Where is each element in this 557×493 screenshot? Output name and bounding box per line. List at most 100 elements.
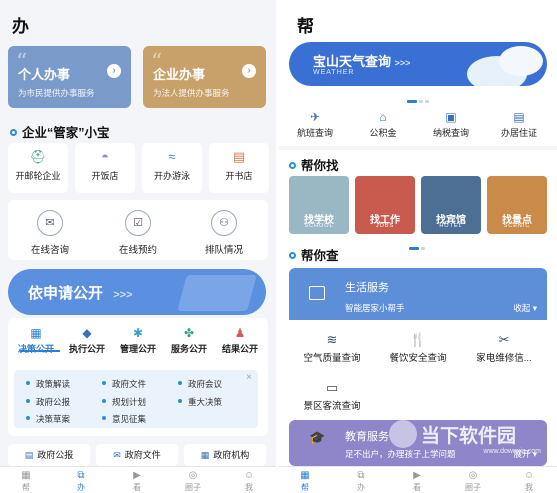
personal-affairs-card[interactable]: “ 个人办事 为市民提供办事服务 › (8, 46, 131, 108)
utensils-icon: 🍴 (409, 332, 427, 347)
page-title: 办 (12, 17, 29, 36)
chat-icon: ✉ (37, 210, 63, 236)
bottom-nav: ▦ 帮 ⧉ 办 ▶ 看 ◎ 圈子 ☺ 我 (279, 466, 557, 493)
find-hotel[interactable]: 找宾馆 HOTEL (421, 176, 481, 234)
active-tab-underline (20, 350, 60, 352)
tax-query[interactable]: ▣ 纳税查询 (421, 108, 481, 139)
nav-kan[interactable]: ▶ 看 (397, 469, 437, 493)
swim-icon: ≈ (168, 149, 176, 164)
house-icon (309, 286, 325, 300)
mail-icon: ✉ (113, 450, 121, 460)
user-icon: ☺ (523, 470, 535, 481)
page-title: 帮 (297, 17, 314, 36)
online-booking[interactable]: ☑ 在线预约 (98, 210, 178, 256)
life-header[interactable]: 生活服务 智能居家小帮手 收起 ▾ (289, 268, 547, 320)
ban-icon: ⧉ (357, 470, 365, 481)
find-school[interactable]: 找学校 SCHOOL (289, 176, 349, 234)
play-icon: ▶ (133, 470, 141, 481)
grid-icon: ▦ (21, 470, 31, 481)
card-icon: ▤ (513, 110, 525, 124)
arrow-icon: › (242, 64, 256, 78)
carousel-dots (409, 237, 427, 250)
info-item[interactable]: 政府文件 (102, 378, 146, 390)
info-item[interactable]: 重大决策 (178, 396, 222, 408)
online-consult[interactable]: ✉ 在线咨询 (10, 210, 90, 256)
watermark: 当下软件园 www.downxia.com (389, 420, 557, 460)
quick-cruise[interactable]: ⛑ 开邮轮企业 (8, 143, 68, 193)
user-icon: ☺ (243, 470, 255, 481)
air-quality-query[interactable]: ≋ 空气质量查询 (289, 332, 375, 364)
find-scenic[interactable]: 找景点 SCENIC (487, 176, 547, 234)
dish-icon: ◓ (101, 149, 109, 164)
gov-gazette[interactable]: ▤ 政府公报 (8, 444, 90, 466)
ban-panel: 办 “ 个人办事 为市民提供办事服务 › “ 企业办事 为法人提供办事服务 › … (0, 0, 276, 493)
helmet-icon: ⛑ (29, 149, 47, 164)
gov-agencies[interactable]: ▦ 政府机构 (184, 444, 266, 466)
monitor-icon: ▭ (325, 380, 339, 395)
close-icon[interactable]: × (246, 372, 252, 383)
life-services-card: 生活服务 智能居家小帮手 收起 ▾ ≋ 空气质量查询 🍴 餐饮安全查询 ✂ 家电维修信… (289, 268, 547, 414)
residence-permit[interactable]: ▤ 办居住证 (489, 108, 549, 139)
flight-query[interactable]: ✈ 航班查询 (285, 108, 345, 139)
circle-icon: ◎ (188, 470, 198, 481)
nav-me[interactable]: ☺ 我 (229, 469, 269, 493)
quick-swim[interactable]: ≈ 开办游泳 (142, 143, 202, 193)
food-safety-query[interactable]: 🍴 餐饮安全查询 (375, 332, 461, 364)
card-subtitle: 为法人提供办事服务 (153, 88, 230, 98)
doc-icon: ▤ (24, 450, 34, 460)
queue-status[interactable]: ⚇ 排队情况 (184, 210, 264, 256)
cap-icon: 🎓 (309, 430, 326, 445)
book-icon: ▤ (232, 149, 246, 164)
info-item[interactable]: 政府公报 (26, 396, 70, 408)
person-icon: ♟ (234, 326, 246, 340)
tab-result[interactable]: ♟ 结果公开 (214, 324, 266, 355)
wind-icon: ≋ (326, 332, 338, 347)
nav-circle[interactable]: ◎ 圈子 (453, 469, 493, 493)
circle-icon: ◎ (468, 470, 478, 481)
collapse-toggle[interactable]: 收起 ▾ (513, 302, 537, 314)
doc-icon: ▦ (30, 326, 42, 340)
weather-banner[interactable]: 宝山天气查询 >>> WEATHER (289, 42, 547, 86)
quick-restaurant[interactable]: ◓ 开饭店 (75, 143, 135, 193)
tab-management[interactable]: ✱ 管理公开 (112, 324, 164, 355)
quick-bookstore[interactable]: ▤ 开书店 (209, 143, 269, 193)
nav-me[interactable]: ☺ 我 (509, 469, 549, 493)
info-item[interactable]: 决策草案 (26, 413, 70, 425)
clover-icon: ✤ (183, 326, 195, 340)
info-item[interactable]: 意见征集 (102, 413, 146, 425)
watermark-logo-icon (389, 420, 417, 448)
illustration (177, 275, 257, 311)
find-jobs[interactable]: 找工作 JOBS (355, 176, 415, 234)
card-subtitle: 为市民提供办事服务 (18, 88, 95, 98)
arrow-icon: › (107, 64, 121, 78)
execute-icon: ◆ (82, 326, 92, 340)
enterprise-affairs-card[interactable]: “ 企业办事 为法人提供办事服务 › (143, 46, 266, 108)
carousel-dots (407, 90, 431, 103)
tab-execution[interactable]: ◆ 执行公开 (61, 324, 113, 355)
nav-bang[interactable]: ▦ 帮 (285, 469, 325, 493)
section-title: 企业“管家”小宝 (10, 122, 110, 141)
nav-ban[interactable]: ⧉ 办 (61, 469, 101, 493)
tab-service[interactable]: ✤ 服务公开 (163, 324, 215, 355)
housing-fund[interactable]: ⌂ 公积金 (353, 108, 413, 139)
nav-kan[interactable]: ▶ 看 (117, 469, 157, 493)
plane-icon: ✈ (309, 110, 321, 124)
nav-bang[interactable]: ▦ 帮 (6, 469, 46, 493)
tax-icon: ▣ (445, 110, 457, 124)
gov-documents[interactable]: ✉ 政府文件 (96, 444, 178, 466)
section-title: 帮你找 (289, 155, 339, 174)
section-title: 帮你查 (289, 245, 339, 264)
disclosure-banner[interactable]: 依申请公开 >>> (8, 269, 266, 315)
bottom-nav: ▦ 帮 ⧉ 办 ▶ 看 ◎ 圈子 ☺ 我 (0, 466, 276, 493)
info-item[interactable]: 政策解读 (26, 378, 70, 390)
ban-icon: ⧉ (77, 470, 85, 481)
info-item[interactable]: 规划计划 (102, 396, 146, 408)
play-icon: ▶ (413, 470, 421, 481)
info-item[interactable]: 政府会议 (178, 378, 222, 390)
appliance-repair[interactable]: ✂ 家电维修信... (461, 332, 547, 364)
nav-ban[interactable]: ⧉ 办 (341, 469, 381, 493)
scenic-flow-query[interactable]: ▭ 景区客流查询 (289, 380, 375, 412)
nav-circle[interactable]: ◎ 圈子 (173, 469, 213, 493)
people-icon: ⚇ (211, 210, 237, 236)
grid-icon: ▦ (300, 470, 310, 481)
